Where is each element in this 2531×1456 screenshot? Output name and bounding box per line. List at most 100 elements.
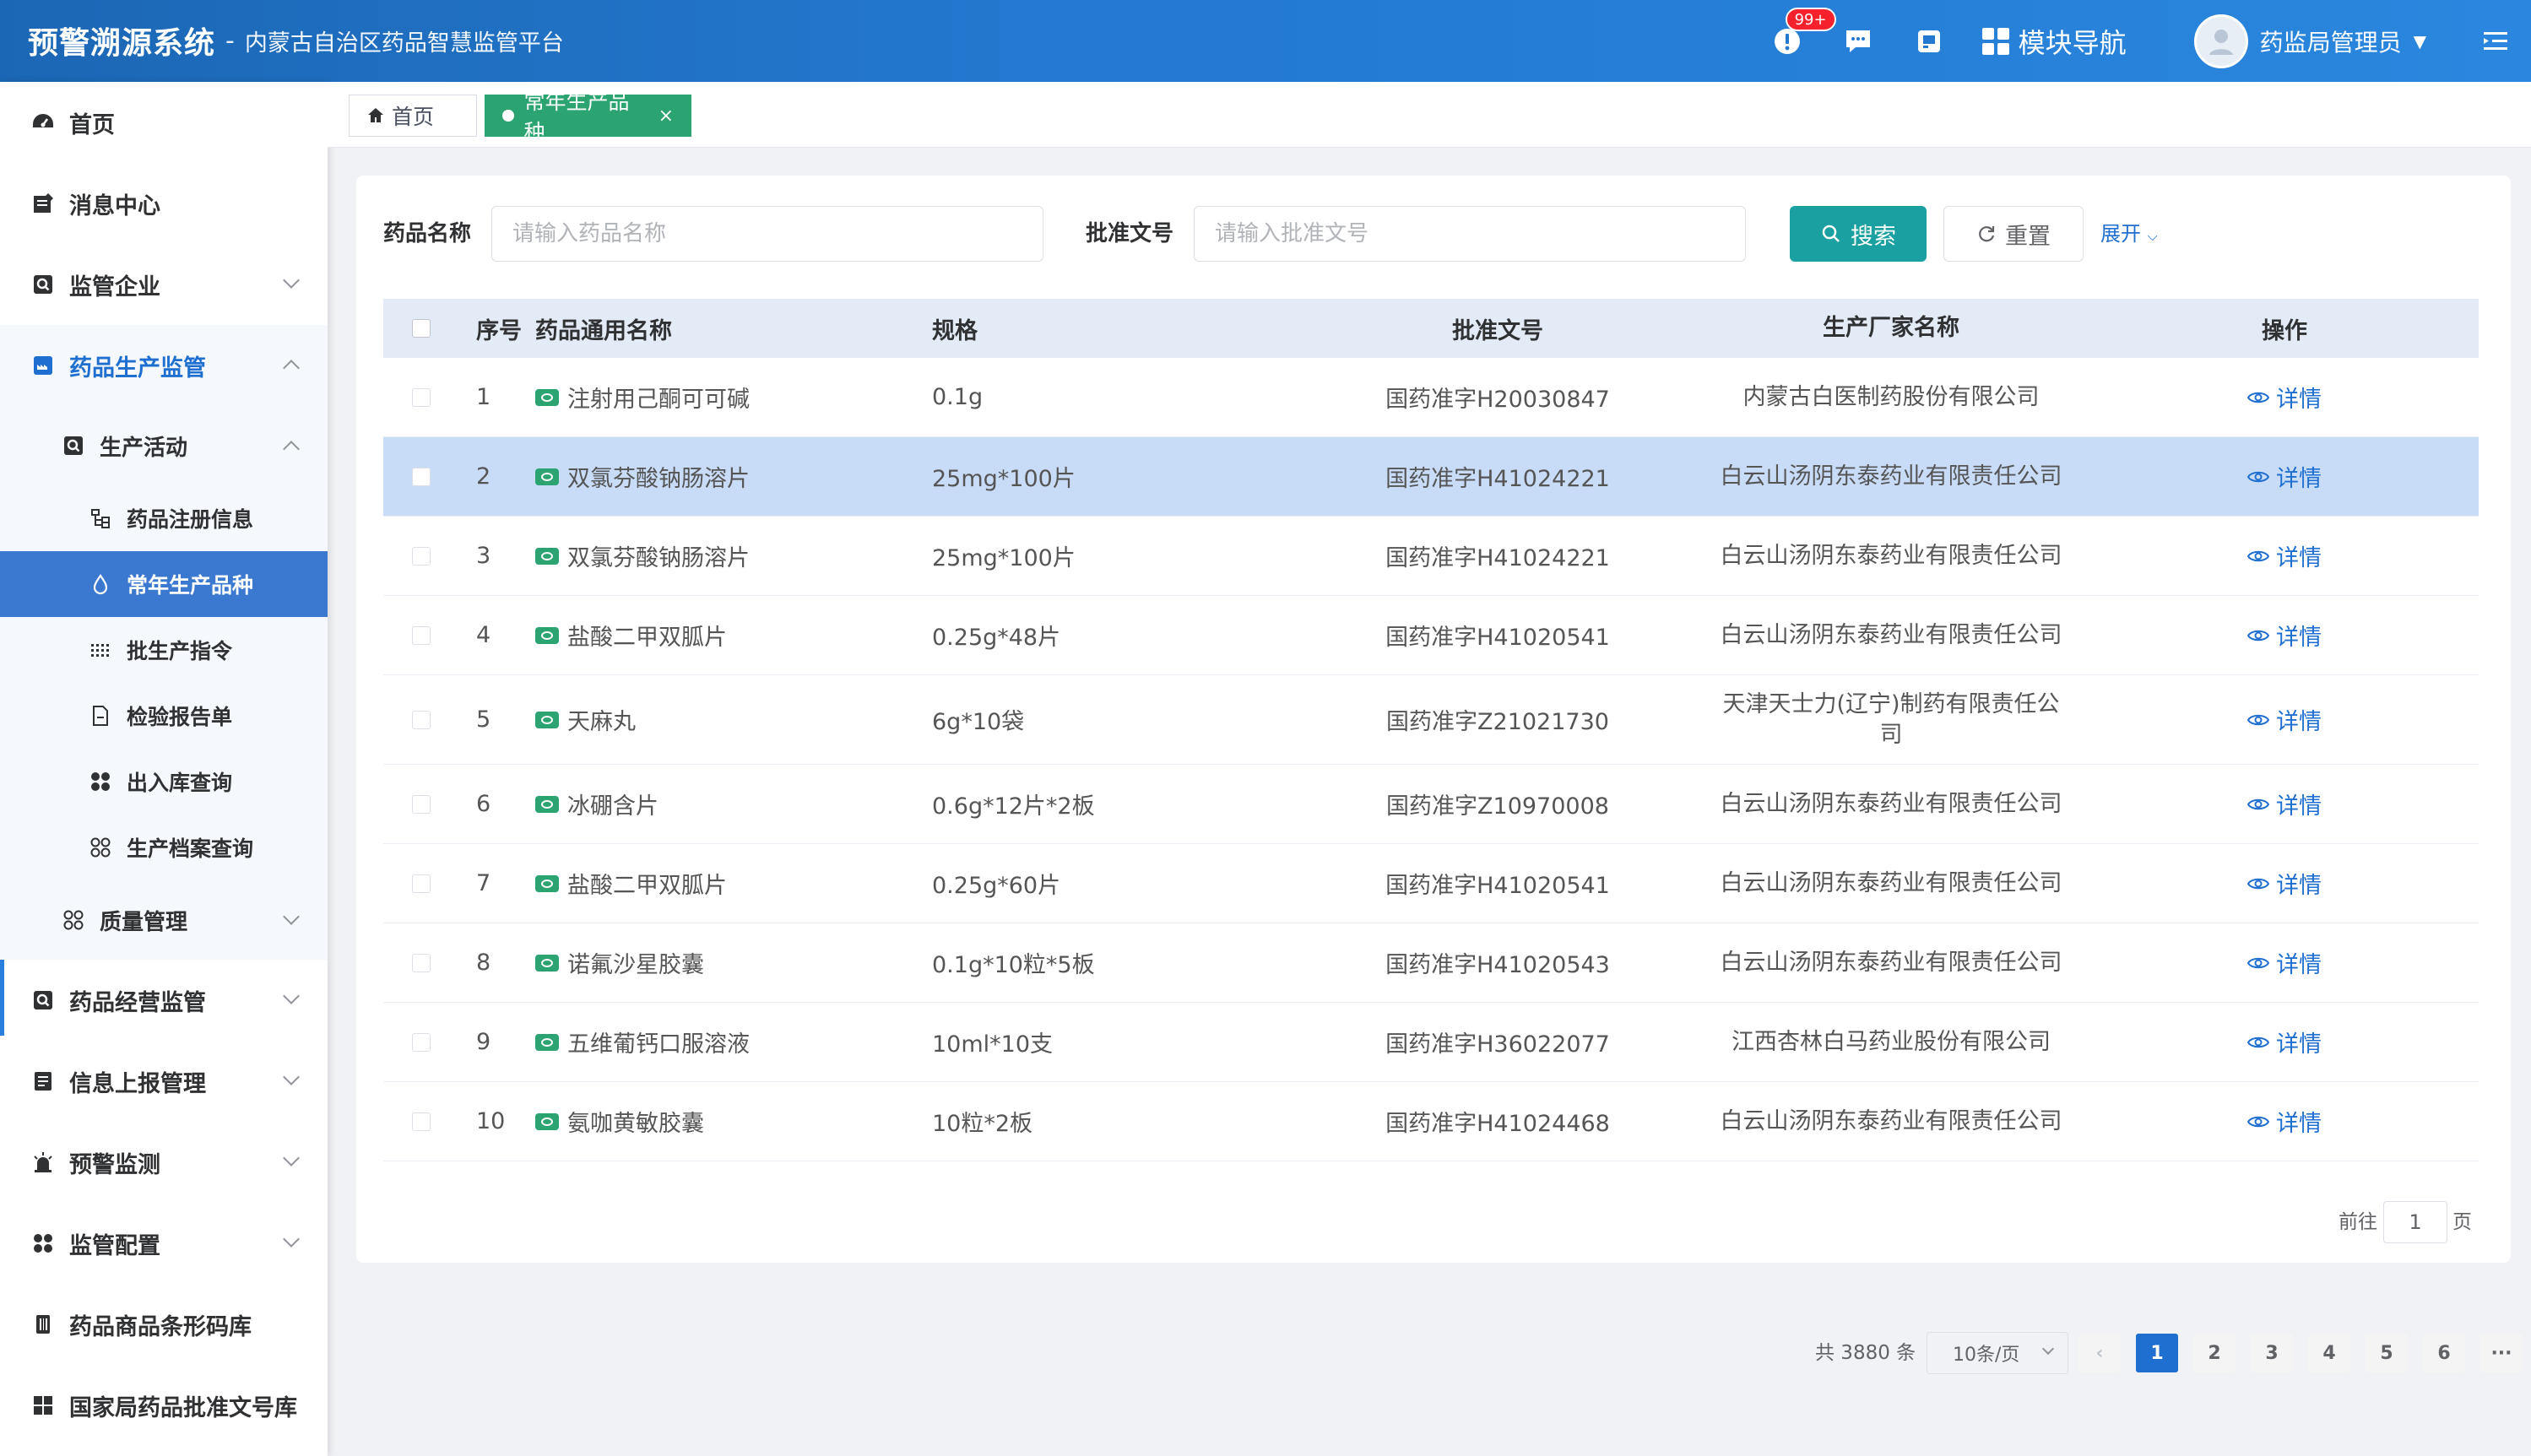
row-spec: 10ml*10支 [932, 1031, 1054, 1058]
detail-link[interactable]: 详情 [2247, 1026, 2322, 1058]
reset-button[interactable]: 重置 [1943, 206, 2084, 262]
drug-name-input[interactable] [491, 206, 1043, 262]
sidebar-item-approval-number-library[interactable]: 国家局药品批准文号库 [0, 1365, 328, 1446]
detail-label: 详情 [2276, 1111, 2322, 1137]
screen-button[interactable] [1910, 23, 1948, 60]
detail-link[interactable]: 详情 [2247, 1105, 2322, 1138]
sidebar-item-production-supervision[interactable]: 药品生产监管 [0, 325, 328, 406]
sidebar-item-home[interactable]: 首页 [0, 82, 328, 163]
row-operation-cell: 详情 [2090, 1105, 2479, 1138]
row-checkbox[interactable] [412, 1112, 431, 1131]
sidebar-item-messages[interactable]: 消息中心 [0, 163, 328, 244]
page-size-select[interactable]: 10条/页 [1927, 1332, 2068, 1374]
table-row[interactable]: 1 注射用己酮可可碱 0.1g 国药准字H20030847 内蒙古白医制药股份有限公司 详… [383, 358, 2479, 437]
sidebar-item-batch-instructions[interactable]: 批生产指令 [0, 617, 328, 683]
detail-link[interactable]: 详情 [2247, 867, 2322, 900]
page-button[interactable]: 4 [2308, 1334, 2350, 1372]
table-row[interactable]: 8 诺氟沙星胶囊 0.1g*10粒*5板 国药准字H41020543 白云山汤阴东泰药业… [383, 923, 2479, 1003]
sidebar-item-info-reporting[interactable]: 信息上报管理 [0, 1041, 328, 1122]
page-button[interactable]: 1 [2136, 1334, 2178, 1372]
detail-link[interactable]: 详情 [2247, 619, 2322, 652]
row-checkbox[interactable] [412, 546, 431, 566]
alert-button[interactable]: 99+ [1769, 7, 1836, 60]
row-manufacturer: 天津天士力(辽宁)制药有限责任公司 [1722, 690, 2060, 748]
detail-link[interactable]: 详情 [2247, 946, 2322, 979]
page-button[interactable]: 6 [2423, 1334, 2465, 1372]
goto-page-input[interactable]: 1 [2383, 1201, 2447, 1243]
sidebar-item-enterprises[interactable]: 监管企业 [0, 244, 328, 325]
tab-home[interactable]: 首页 [349, 95, 477, 137]
table-row[interactable]: 6 冰硼含片 0.6g*12片*2板 国药准字Z10970008 白云山汤阴东泰药业有限… [383, 765, 2479, 844]
sidebar-item-production-archive[interactable]: 生产档案查询 [0, 815, 328, 880]
table-row[interactable]: 10 氨咖黄敏胶囊 10粒*2板 国药准字H41024468 白云山汤阴东泰药业有限责任… [383, 1082, 2479, 1161]
sidebar-item-production-activity[interactable]: 生产活动 [0, 406, 328, 485]
header-manufacturer: 生产厂家名称 [1823, 315, 1959, 341]
content-card: 药品名称 批准文号 搜索 重置 展开 ⌵ 序号 药品通用名称 规格 批准文号 生… [356, 176, 2523, 1374]
row-index: 1 [476, 384, 491, 410]
menu-toggle-button[interactable] [2477, 23, 2514, 60]
row-checkbox[interactable] [412, 1032, 431, 1052]
page-button[interactable]: 5 [2366, 1334, 2408, 1372]
row-checkbox-cell [383, 874, 459, 893]
table-row[interactable]: 2 双氯芬酸钠肠溶片 25mg*100片 国药准字H41024221 白云山汤阴东泰药业… [383, 437, 2479, 517]
tab-annual-varieties[interactable]: 常年生产品种 × [485, 89, 691, 144]
detail-label: 详情 [2276, 1031, 2322, 1058]
table-header: 序号 药品通用名称 规格 批准文号 生产厂家名称 操作 [383, 299, 2479, 358]
drug-tag-icon [535, 626, 559, 644]
sidebar-item-annual-varieties[interactable]: 常年生产品种 [0, 551, 328, 617]
grid-outline-icon [61, 907, 86, 933]
header-checkbox-cell [383, 319, 459, 338]
user-menu[interactable]: 药监局管理员 ▼ [2193, 14, 2426, 68]
detail-link[interactable]: 详情 [2247, 539, 2322, 572]
row-checkbox[interactable] [412, 387, 431, 407]
detail-link[interactable]: 详情 [2247, 788, 2322, 820]
table-row[interactable]: 7 盐酸二甲双胍片 0.25g*60片 国药准字H41020541 白云山汤阴东泰药业有… [383, 844, 2479, 923]
drug-tag-icon [535, 711, 559, 728]
row-checkbox[interactable] [412, 794, 431, 814]
row-checkbox[interactable] [412, 467, 431, 486]
chevron-down-icon [283, 908, 300, 925]
row-index: 10 [476, 1108, 506, 1134]
row-checkbox[interactable] [412, 874, 431, 893]
dashboard-icon [30, 110, 56, 135]
close-tab-icon[interactable]: × [658, 106, 674, 127]
row-checkbox[interactable] [412, 710, 431, 729]
sidebar-item-inspection-reports[interactable]: 检验报告单 [0, 683, 328, 749]
search-button[interactable]: 搜索 [1790, 206, 1927, 262]
select-all-checkbox[interactable] [412, 319, 431, 338]
home-icon [368, 108, 383, 122]
row-checkbox[interactable] [412, 953, 431, 972]
detail-link[interactable]: 详情 [2247, 703, 2322, 736]
grid-icon [30, 1393, 56, 1418]
row-drug-name: 盐酸二甲双胍片 [567, 873, 727, 899]
row-index: 9 [476, 1029, 491, 1055]
row-operation-cell: 详情 [2090, 867, 2479, 900]
row-drug-name: 冰硼含片 [567, 793, 658, 820]
row-checkbox[interactable] [412, 625, 431, 645]
more-pages-button[interactable]: ··· [2480, 1334, 2523, 1372]
page-button[interactable]: 3 [2251, 1334, 2293, 1372]
page-button[interactable]: 2 [2193, 1334, 2236, 1372]
detail-link[interactable]: 详情 [2247, 460, 2322, 493]
sidebar-item-barcode-library[interactable]: 药品商品条形码库 [0, 1284, 328, 1365]
sidebar-item-warning-monitoring[interactable]: 预警监测 [0, 1122, 328, 1203]
row-index: 7 [476, 870, 491, 896]
drug-tag-icon [535, 547, 559, 565]
sidebar-item-distribution-supervision[interactable]: 药品经营监管 [0, 960, 328, 1041]
search-button-label: 搜索 [1851, 223, 1896, 250]
expand-toggle[interactable]: 展开 ⌵ [2100, 206, 2158, 262]
sidebar-item-drug-registration[interactable]: 药品注册信息 [0, 485, 328, 551]
table-row[interactable]: 4 盐酸二甲双胍片 0.25g*48片 国药准字H41020541 白云山汤阴东泰药业有… [383, 596, 2479, 675]
sidebar-item-quality-management[interactable]: 质量管理 [0, 880, 328, 960]
prev-page-button[interactable]: ‹ [2078, 1334, 2121, 1372]
approval-number-input[interactable] [1194, 206, 1746, 262]
chat-button[interactable] [1840, 23, 1877, 60]
table-row[interactable]: 5 天麻丸 6g*10袋 国药准字Z21021730 天津天士力(辽宁)制药有限责任公司… [383, 675, 2479, 765]
table-row[interactable]: 9 五维葡钙口服溶液 10ml*10支 国药准字H36022077 江西杏林白马药业股份… [383, 1003, 2479, 1082]
sidebar-item-inventory-query[interactable]: 出入库查询 [0, 749, 328, 815]
alert-icon [1774, 28, 1800, 54]
table-row[interactable]: 3 双氯芬酸钠肠溶片 25mg*100片 国药准字H41024221 白云山汤阴东泰药业… [383, 517, 2479, 596]
detail-link[interactable]: 详情 [2247, 381, 2322, 414]
module-nav-button[interactable]: 模块导航 [1981, 22, 2127, 61]
chevron-up-icon [283, 441, 300, 457]
